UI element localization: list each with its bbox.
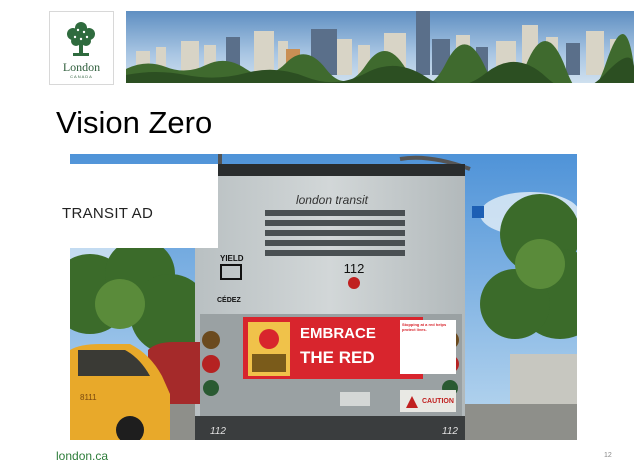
bus-number: 112 xyxy=(344,261,365,276)
plate-right: 112 xyxy=(442,426,458,437)
transit-ad-label: TRANSIT AD xyxy=(62,205,154,222)
ad-line-1: EMBRACE xyxy=(300,325,376,342)
ad-line-2: THE RED xyxy=(300,348,375,367)
footer-url: london.ca xyxy=(56,449,109,463)
slide: London CANADA Vision Zero london transit… xyxy=(0,0,639,471)
yield-label: YIELD xyxy=(220,254,244,263)
caution-label: CAUTION xyxy=(422,398,454,405)
city-skyline-banner xyxy=(126,11,634,83)
london-logo: London CANADA xyxy=(49,11,114,85)
slide-title: Vision Zero xyxy=(56,105,213,140)
tree-icon xyxy=(61,18,101,58)
logo-subtitle: CANADA xyxy=(70,74,93,79)
plate-left: 112 xyxy=(210,426,226,437)
page-number: 12 xyxy=(604,452,612,459)
taxi-number: 8111 xyxy=(80,393,97,402)
bus-brand: london transit xyxy=(296,193,369,207)
ad-note: Stopping at a red helps protect lives. xyxy=(402,322,447,332)
cedez-label: CÉDEZ xyxy=(217,295,241,304)
logo-name: London xyxy=(62,60,101,74)
